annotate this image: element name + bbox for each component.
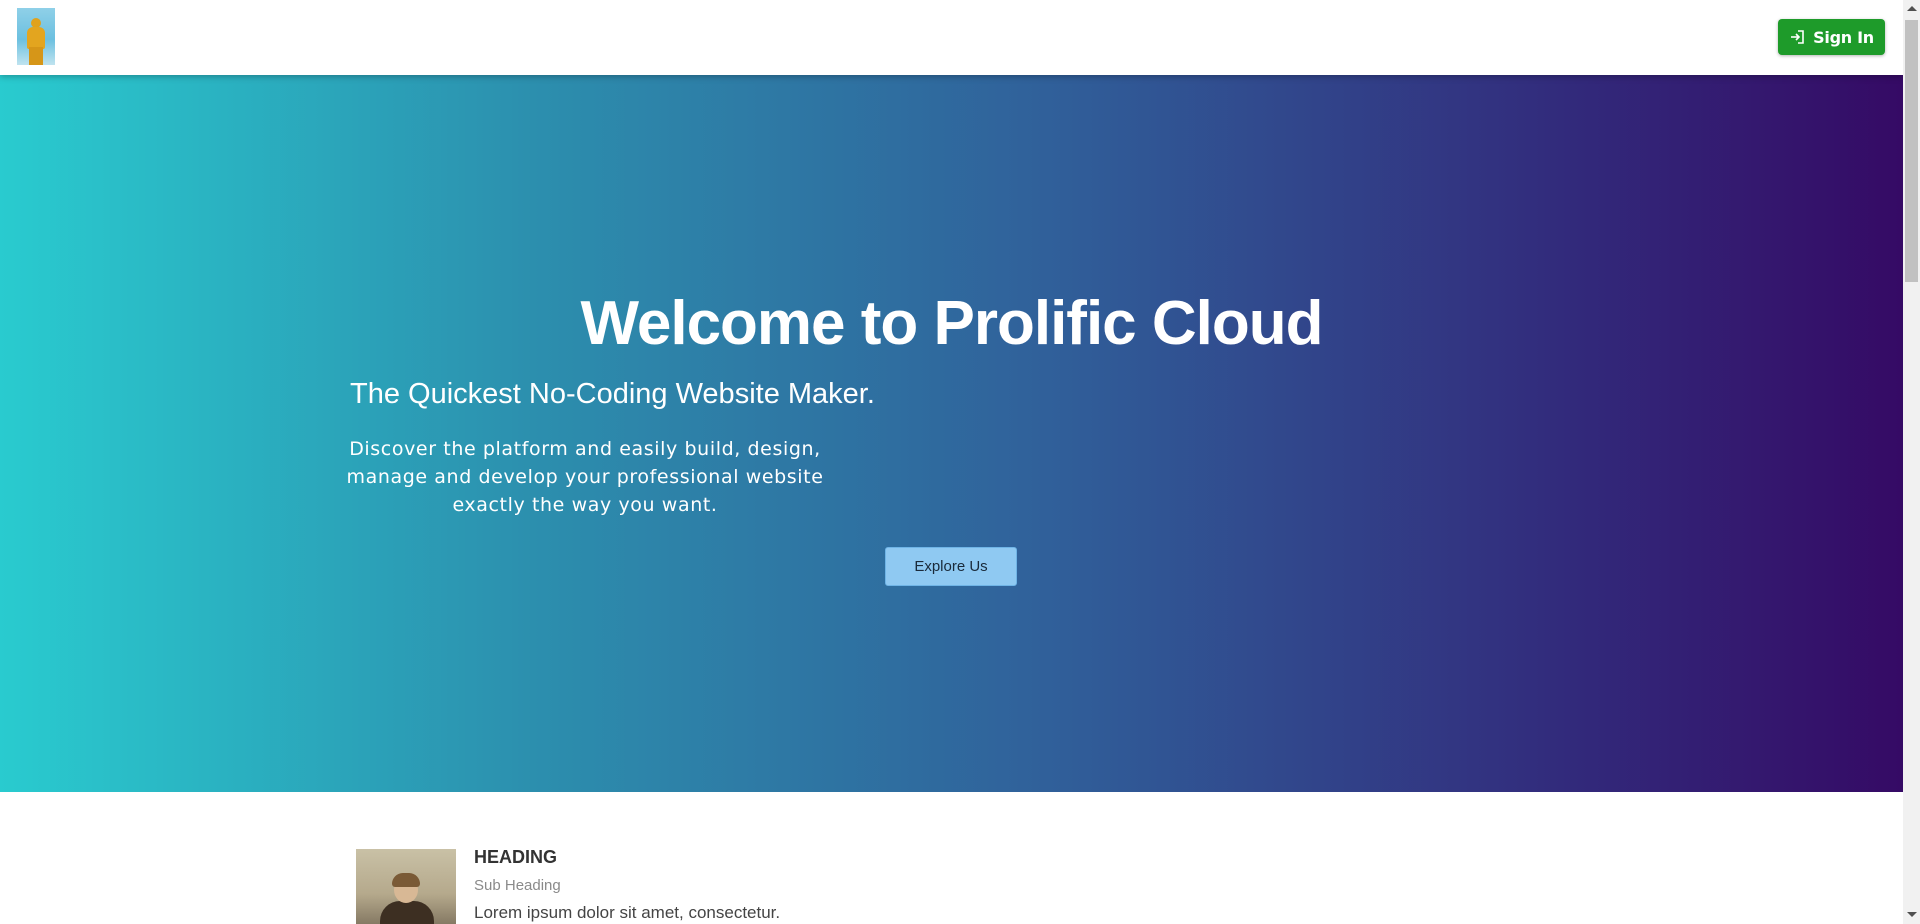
sign-in-label: Sign In: [1813, 27, 1874, 47]
sign-in-button[interactable]: Sign In: [1778, 19, 1885, 55]
page: Sign In Welcome to Prolific Cloud The Qu…: [0, 0, 1920, 924]
hero-subtitle: The Quickest No-Coding Website Maker.: [350, 378, 875, 410]
top-navbar: Sign In: [0, 0, 1903, 75]
explore-us-button[interactable]: Explore Us: [885, 547, 1017, 586]
hero-title: Welcome to Prolific Cloud: [580, 289, 1323, 358]
hero-section: Welcome to Prolific Cloud The Quickest N…: [0, 75, 1903, 792]
feature-subheading: Sub Heading: [474, 877, 561, 894]
vertical-scrollbar[interactable]: [1903, 0, 1920, 924]
feature-heading: HEADING: [474, 847, 558, 867]
logo[interactable]: [17, 8, 55, 65]
feature-text: Lorem ipsum dolor sit amet, consectetur.: [474, 903, 781, 922]
sign-in-icon: [1789, 29, 1805, 45]
scroll-down-icon[interactable]: [1907, 912, 1917, 917]
hero-description: Discover the platform and easily build, …: [346, 438, 824, 516]
scrollbar-thumb[interactable]: [1905, 20, 1918, 282]
scroll-up-icon[interactable]: [1907, 6, 1917, 11]
feature-image: [356, 849, 456, 924]
